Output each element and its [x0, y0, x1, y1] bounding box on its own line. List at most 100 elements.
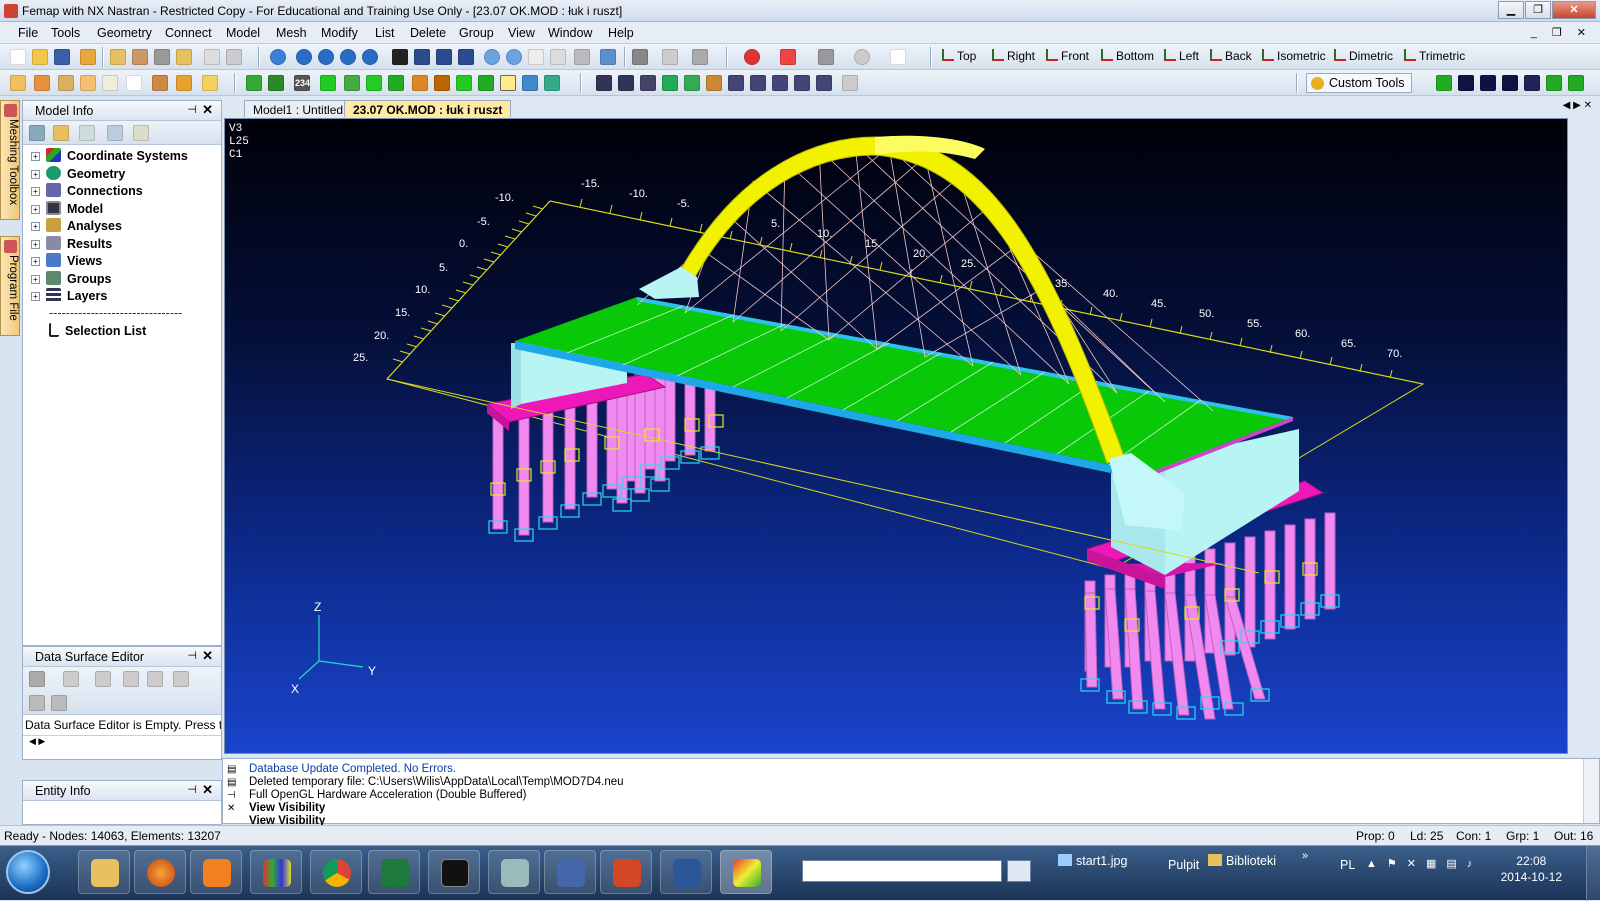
minimize-button[interactable]: ▁: [1498, 1, 1524, 19]
horizontal-scrollbar[interactable]: ◀ ▶: [23, 735, 221, 749]
options-icon[interactable]: [842, 75, 858, 91]
open-folder-icon[interactable]: [32, 49, 48, 65]
taskbar-explorer[interactable]: [78, 850, 130, 894]
taskbar-excel[interactable]: [368, 850, 420, 894]
align-icon[interactable]: [596, 75, 612, 91]
numbering-icon[interactable]: 234: [294, 75, 310, 91]
window-layout-icon[interactable]: [890, 49, 906, 65]
pin-icon[interactable]: ⊣: [187, 103, 197, 116]
tree-color-icon[interactable]: [133, 125, 149, 141]
tree-item-selection-list[interactable]: Selection List: [49, 323, 146, 341]
rotate-x-icon[interactable]: [414, 49, 430, 65]
tree-export-icon[interactable]: [107, 125, 123, 141]
regenerate-icon[interactable]: [270, 49, 286, 65]
rotate-y-icon[interactable]: [436, 49, 452, 65]
distribute-icon[interactable]: [618, 75, 634, 91]
zoom-out-icon[interactable]: [506, 49, 522, 65]
braces-icon[interactable]: [728, 75, 744, 91]
expand-icon[interactable]: +: [31, 152, 40, 161]
custom-tool-3-icon[interactable]: [1480, 75, 1496, 91]
tree-item-layers[interactable]: + Layers: [31, 288, 107, 306]
new-file-icon[interactable]: [10, 49, 26, 65]
save-icon[interactable]: [54, 49, 70, 65]
print-icon[interactable]: [226, 49, 242, 65]
view-top-button[interactable]: Top: [942, 49, 976, 63]
menu-help[interactable]: Help: [608, 26, 634, 40]
view-options-icon[interactable]: [692, 49, 708, 65]
menu-list[interactable]: List: [375, 26, 394, 40]
menu-window[interactable]: Window: [548, 26, 592, 40]
constraint-icon[interactable]: [366, 75, 382, 91]
table-icon[interactable]: [662, 75, 678, 91]
taskbar-biblioteki[interactable]: Biblioteki: [1208, 854, 1276, 868]
charting-icon[interactable]: [176, 75, 192, 91]
menu-delete[interactable]: Delete: [410, 26, 446, 40]
custom-tool-2-icon[interactable]: [1458, 75, 1474, 91]
tree-filter-icon[interactable]: [79, 125, 95, 141]
refresh-data-icon[interactable]: [147, 671, 163, 687]
pin-icon[interactable]: ⊣: [187, 783, 197, 796]
femap-app-icon[interactable]: [4, 4, 18, 18]
view-back-button[interactable]: Back: [1210, 49, 1252, 63]
delete-data-icon[interactable]: [95, 671, 111, 687]
pin-icon[interactable]: ⊣: [187, 649, 197, 662]
aero-icon[interactable]: [522, 75, 538, 91]
taskbar-pulpit[interactable]: Pulpit: [1168, 858, 1199, 872]
tree-item-model[interactable]: + Model: [31, 201, 103, 219]
program-file-tab[interactable]: Program File: [0, 236, 20, 336]
messages-side-icons[interactable]: ▤ ▤ ⊣ ✕: [227, 763, 241, 815]
view-right-button[interactable]: Right: [992, 49, 1035, 63]
taskbar-app-bar[interactable]: [544, 850, 596, 894]
grid-data-icon[interactable]: [63, 671, 79, 687]
taskbar-powerpoint[interactable]: [600, 850, 652, 894]
address-search-input[interactable]: [802, 860, 1002, 882]
view-style-icon[interactable]: [662, 49, 678, 65]
taskbar-books[interactable]: [250, 850, 302, 894]
data-table-icon[interactable]: [102, 75, 118, 91]
mdi-window-controls[interactable]: _ ❐ ✕: [1531, 26, 1592, 39]
custom-tool-6-icon[interactable]: [1546, 75, 1562, 91]
pan-icon[interactable]: [392, 49, 408, 65]
property-icon[interactable]: [412, 75, 428, 91]
taskbar-cmd[interactable]: [428, 850, 480, 894]
meshing-toolbox-toggle-icon[interactable]: [34, 75, 50, 91]
view-isometric-button[interactable]: Isometric: [1262, 49, 1326, 63]
rotate-z-icon[interactable]: [458, 49, 474, 65]
entity-editor-icon[interactable]: [80, 75, 96, 91]
stack-icon[interactable]: [640, 75, 656, 91]
close-panel-icon[interactable]: ✕: [202, 782, 213, 798]
workplane-icon[interactable]: [854, 49, 870, 65]
grid-icon[interactable]: [500, 75, 516, 91]
rotate-up-icon[interactable]: [340, 49, 356, 65]
tree-item-analyses[interactable]: + Analyses: [31, 218, 122, 236]
program-file-icon[interactable]: [152, 75, 168, 91]
results-icon[interactable]: [176, 49, 192, 65]
rotate-left-icon[interactable]: [296, 49, 312, 65]
export-data-icon[interactable]: [51, 695, 67, 711]
expand-icon[interactable]: +: [31, 205, 40, 214]
tree-item-geometry[interactable]: + Geometry: [31, 166, 125, 184]
expand-icon[interactable]: +: [31, 187, 40, 196]
close-panel-icon[interactable]: ✕: [202, 102, 213, 118]
taskbar-clock[interactable]: 22:08 2014-10-12: [1501, 853, 1562, 885]
menu-tools[interactable]: Tools: [51, 26, 80, 40]
export-icon[interactable]: [132, 49, 148, 65]
material-icon[interactable]: [434, 75, 450, 91]
scale-icon[interactable]: [816, 75, 832, 91]
edit-data-icon[interactable]: [123, 671, 139, 687]
import-icon[interactable]: [110, 49, 126, 65]
show-more-chevron[interactable]: »: [1302, 850, 1308, 862]
expand-icon[interactable]: +: [31, 275, 40, 284]
taskbar-word[interactable]: [660, 850, 712, 894]
tree-folder-icon[interactable]: [53, 125, 69, 141]
zoom-window-icon[interactable]: [528, 49, 544, 65]
expand-icon[interactable]: +: [31, 292, 40, 301]
menu-modify[interactable]: Modify: [321, 26, 358, 40]
expand-icon[interactable]: +: [31, 240, 40, 249]
language-indicator[interactable]: PL: [1340, 858, 1355, 872]
taskbar-app-network[interactable]: [488, 850, 540, 894]
zoom-in-icon[interactable]: [484, 49, 500, 65]
node-icon[interactable]: [246, 75, 262, 91]
tree-item-views[interactable]: + Views: [31, 253, 102, 271]
menu-file[interactable]: File: [18, 26, 38, 40]
